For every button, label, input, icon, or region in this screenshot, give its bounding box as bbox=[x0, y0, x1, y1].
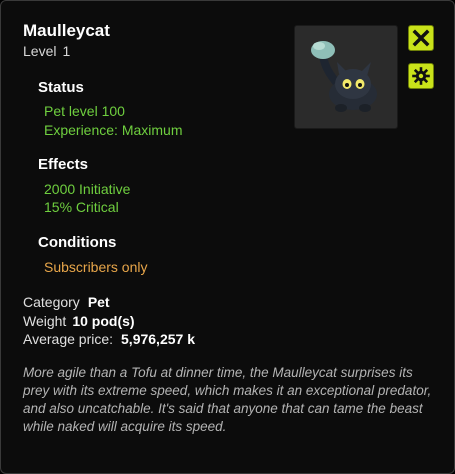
weight-label: Weight bbox=[23, 313, 67, 329]
effect-initiative: 2000 Initiative bbox=[44, 181, 131, 197]
item-level: Level 1 bbox=[23, 43, 70, 59]
close-icon bbox=[412, 29, 430, 47]
weight-row: Weight 10 pod(s) bbox=[23, 313, 135, 329]
effect-critical: 15% Critical bbox=[44, 199, 119, 215]
effects-heading: Effects bbox=[38, 156, 89, 173]
weight-value: 10 pod(s) bbox=[72, 313, 135, 329]
category-value: Pet bbox=[87, 294, 110, 310]
close-button[interactable] bbox=[408, 25, 434, 51]
price-label: Average price: bbox=[23, 331, 114, 347]
pet-portrait bbox=[294, 25, 398, 129]
status-experience: Experience: Maximum bbox=[44, 122, 183, 138]
conditions-heading: Conditions bbox=[38, 234, 117, 251]
level-value: 1 bbox=[62, 43, 71, 59]
settings-button[interactable] bbox=[408, 63, 434, 89]
category-row: Category Pet bbox=[23, 294, 110, 310]
condition-subscribers: Subscribers only bbox=[44, 259, 148, 275]
category-label: Category bbox=[23, 294, 80, 310]
maulleycat-image bbox=[311, 41, 377, 112]
status-pet-level: Pet level 100 bbox=[44, 103, 125, 119]
gear-icon bbox=[412, 67, 430, 85]
status-heading: Status bbox=[38, 79, 84, 96]
item-tooltip-panel: Maulleycat Level 1 Status Pet level 100 … bbox=[0, 0, 455, 474]
price-row: Average price: 5,976,257 k bbox=[23, 331, 195, 347]
level-label: Level bbox=[23, 43, 57, 59]
item-description: More agile than a Tofu at dinner time, t… bbox=[23, 365, 432, 434]
price-value: 5,976,257 k bbox=[121, 331, 195, 347]
item-name: Maulleycat bbox=[23, 21, 110, 40]
